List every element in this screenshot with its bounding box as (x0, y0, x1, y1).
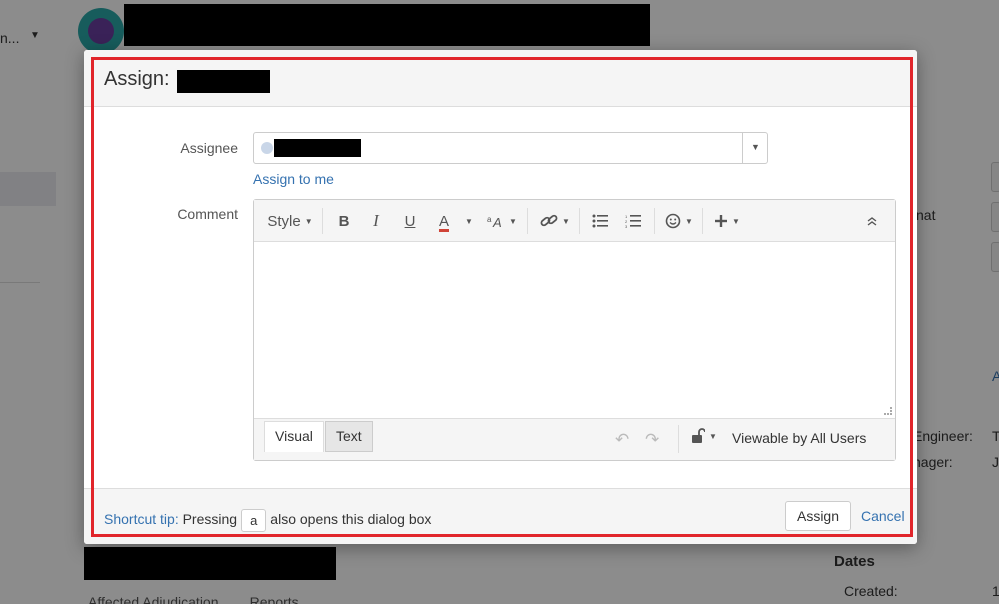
select-divider (742, 133, 743, 163)
undo-icon[interactable]: ↶ (615, 430, 629, 450)
footer-separator (678, 425, 679, 453)
emoticon-dropdown[interactable]: ▼ (662, 209, 696, 233)
link-dropdown[interactable]: ▼ (536, 209, 574, 233)
redo-icon[interactable]: ↷ (645, 430, 659, 450)
text-color-dropdown[interactable]: ▼ (460, 209, 474, 233)
chevron-down-icon: ▼ (685, 216, 693, 226)
emoticon-icon (665, 213, 681, 229)
editor-toolbar: Style ▼ B I U A ▼ aA ▼ ▼ 123 ▼ ▼ (254, 200, 895, 242)
assignee-name-redacted (274, 139, 361, 157)
comment-textarea[interactable] (254, 242, 895, 418)
issue-key-redacted (177, 70, 270, 93)
dialog-title: Assign: (104, 68, 170, 90)
assign-button[interactable]: Assign (785, 501, 851, 531)
toolbar-separator (579, 208, 580, 234)
unlock-icon (692, 428, 705, 443)
svg-text:3: 3 (625, 224, 628, 228)
toolbar-separator (654, 208, 655, 234)
dialog-header: Assign: (84, 50, 917, 107)
assign-to-me-link[interactable]: Assign to me (253, 171, 334, 187)
text-color-button[interactable]: A (432, 209, 456, 233)
shortcut-suffix-text: also opens this dialog box (270, 511, 432, 527)
comment-label: Comment (177, 206, 238, 222)
resize-handle-icon[interactable] (884, 407, 892, 415)
shortcut-tip: Shortcut tip: Pressing a also opens this d… (104, 508, 432, 532)
chevron-down-icon[interactable]: ▼ (751, 142, 760, 152)
svg-text:a: a (487, 215, 492, 224)
cancel-link[interactable]: Cancel (861, 508, 905, 524)
chevron-down-icon: ▼ (465, 216, 473, 226)
plus-icon (715, 215, 728, 227)
underline-button[interactable]: U (398, 209, 422, 233)
text-format-dropdown[interactable]: aA ▼ (484, 209, 520, 233)
chevron-down-icon: ▼ (304, 216, 313, 226)
numbered-list-button[interactable]: 123 (621, 209, 645, 233)
assignee-select[interactable]: ▼ (253, 132, 768, 164)
toolbar-separator (322, 208, 323, 234)
comment-editor: Style ▼ B I U A ▼ aA ▼ ▼ 123 ▼ ▼ Visual … (253, 199, 896, 461)
toolbar-separator (527, 208, 528, 234)
shortcut-key: a (241, 509, 267, 532)
link-icon (540, 214, 558, 227)
text-size-icon: aA (487, 215, 502, 229)
chevron-up-double-icon (867, 217, 877, 226)
style-dropdown[interactable]: Style ▼ (265, 209, 315, 233)
visibility-dropdown[interactable]: ▼ (691, 428, 717, 444)
bold-button[interactable]: B (332, 209, 356, 233)
svg-text:A: A (492, 215, 502, 229)
dialog-footer: Shortcut tip: Pressing a also opens this d… (84, 488, 917, 544)
style-label: Style (267, 212, 301, 230)
tab-text[interactable]: Text (325, 421, 373, 452)
chevron-down-icon: ▼ (562, 216, 570, 226)
bullet-list-icon (592, 214, 608, 228)
shortcut-tip-label[interactable]: Shortcut tip: (104, 511, 179, 527)
chevron-down-icon: ▼ (709, 431, 717, 441)
user-avatar (261, 142, 273, 154)
assignee-label: Assignee (180, 140, 238, 156)
toolbar-separator (702, 208, 703, 234)
bullet-list-button[interactable] (588, 209, 612, 233)
shortcut-pressing-text: Pressing (182, 511, 238, 527)
visibility-label[interactable]: Viewable by All Users (732, 430, 866, 446)
italic-button[interactable]: I (364, 209, 388, 233)
tab-visual[interactable]: Visual (264, 421, 324, 452)
assign-dialog: Assign: Assignee ▼ Assign to me Comment … (84, 50, 917, 544)
chevron-down-icon: ▼ (732, 216, 740, 226)
chevron-down-icon: ▼ (509, 216, 517, 226)
numbered-list-icon: 123 (625, 214, 641, 228)
editor-footer: Visual Text ↶ ↷ ▼ Viewable by All Users (254, 418, 895, 460)
collapse-toolbar-button[interactable] (862, 209, 882, 233)
insert-more-dropdown[interactable]: ▼ (710, 209, 744, 233)
